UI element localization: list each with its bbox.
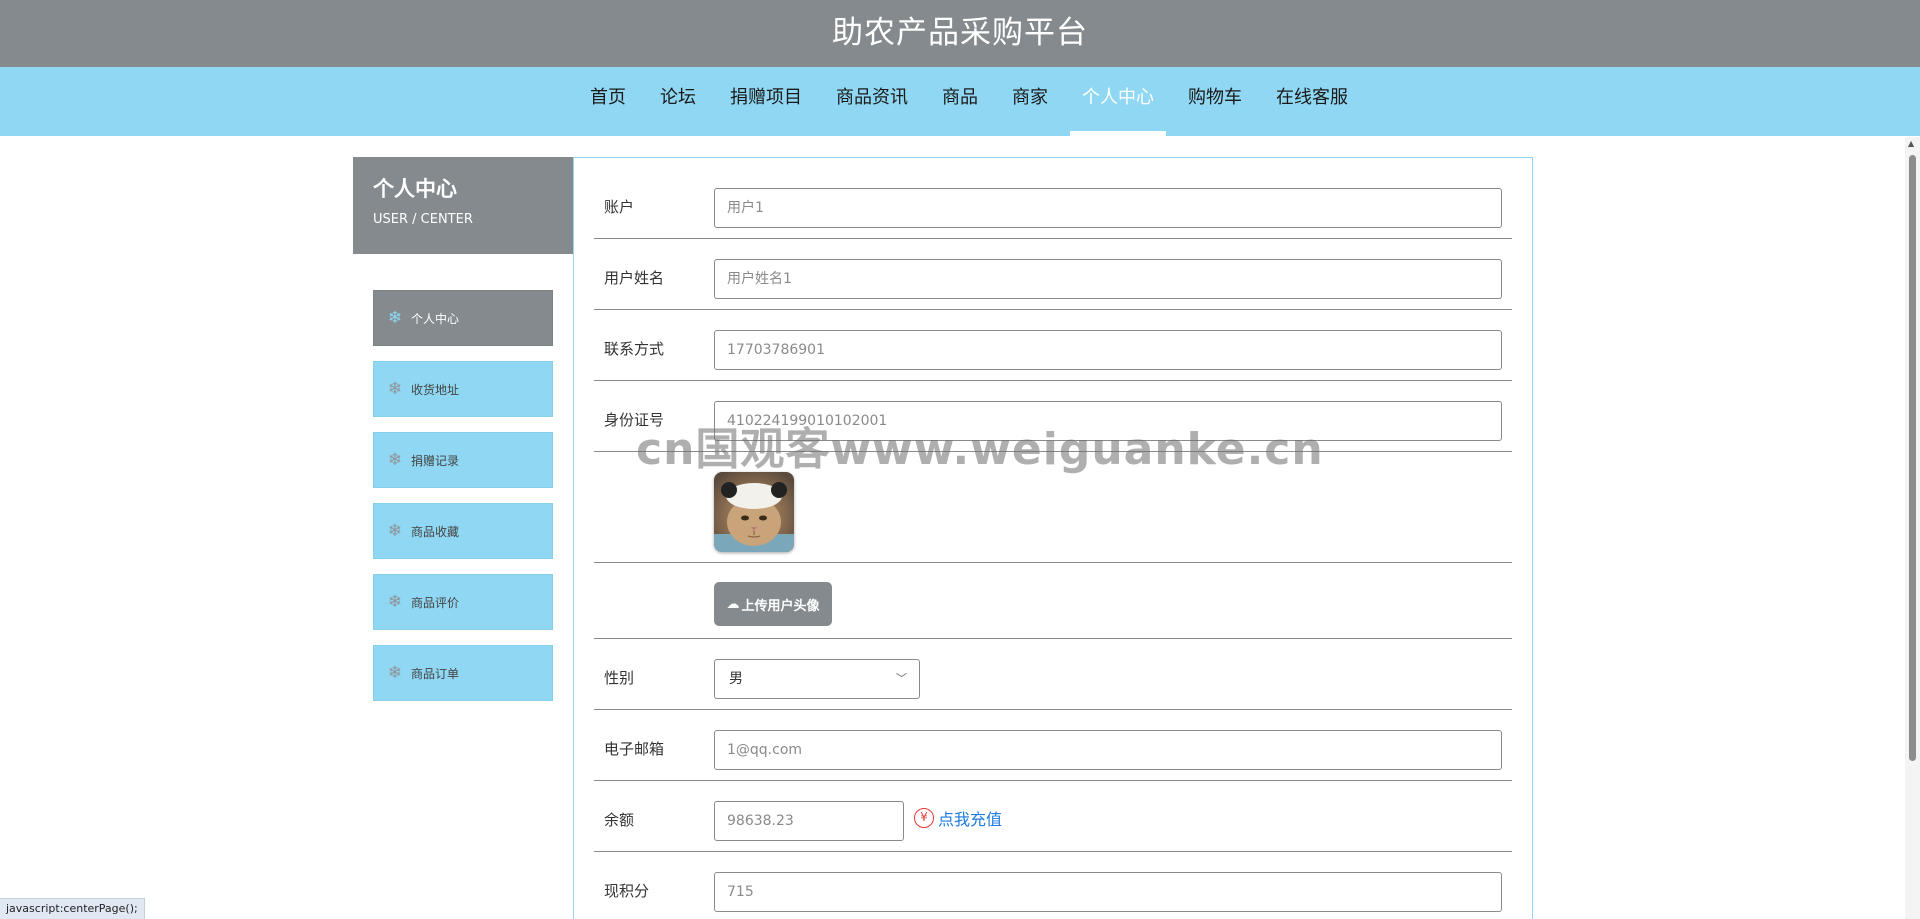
sidebar-item-label: 商品评价 (411, 595, 460, 610)
balance-input: 98638.23 (714, 801, 904, 841)
form-row-gender: 性别 男 ﹀ (594, 639, 1512, 710)
gender-label: 性别 (604, 669, 635, 687)
gender-value: 男 (729, 671, 743, 687)
sidebar-item-donations[interactable]: ❄ 捐赠记录 (373, 432, 553, 488)
profile-form: 账户 用户1 用户姓名 用户姓名1 联系方式 17703786901 身份证号 … (573, 157, 1533, 919)
snowflake-icon: ❄ (387, 521, 403, 541)
sidebar-menu: ❄ 个人中心 ❄ 收货地址 ❄ 捐赠记录 ❄ 商品收藏 ❄ 商品评价 ❄ 商品订… (373, 290, 553, 716)
snowflake-icon: ❄ (387, 663, 403, 683)
sidebar-item-user-center[interactable]: ❄ 个人中心 (373, 290, 553, 346)
form-row-idcard: 身份证号 410224199010102001 (594, 381, 1512, 452)
snowflake-icon: ❄ (387, 592, 403, 612)
snowflake-icon: ❄ (387, 379, 403, 399)
form-row-points: 现积分 715 (594, 852, 1512, 919)
nav-item-forum[interactable]: 论坛 (648, 67, 708, 136)
snowflake-icon: ❄ (387, 450, 403, 470)
phone-input[interactable]: 17703786901 (714, 330, 1502, 370)
sidebar-item-orders[interactable]: ❄ 商品订单 (373, 645, 553, 701)
username-input[interactable]: 用户姓名1 (714, 259, 1502, 299)
main-nav: 首页 论坛 捐赠项目 商品资讯 商品 商家 个人中心 购物车 在线客服 (0, 67, 1920, 136)
account-input[interactable]: 用户1 (714, 188, 1502, 228)
sidebar-item-label: 商品订单 (411, 666, 460, 681)
username-label: 用户姓名 (604, 269, 665, 287)
yen-icon: ¥ (914, 808, 934, 828)
snowflake-icon: ❄ (387, 308, 403, 328)
sidebar-item-address[interactable]: ❄ 收货地址 (373, 361, 553, 417)
sidebar-item-label: 个人中心 (411, 311, 460, 326)
form-row-account: 账户 用户1 (594, 158, 1512, 239)
site-title: 助农产品采购平台 (832, 15, 1088, 51)
chevron-down-icon: ﹀ (896, 672, 907, 685)
scroll-up-arrow-icon[interactable]: ▲ (1908, 139, 1914, 148)
form-row-email: 电子邮箱 1@qq.com (594, 710, 1512, 781)
sidebar-item-label: 收货地址 (411, 382, 460, 397)
form-row-phone: 联系方式 17703786901 (594, 310, 1512, 381)
form-row-avatar (594, 452, 1512, 563)
gender-select[interactable]: 男 ﹀ (714, 659, 920, 699)
form-row-upload: ☁ 上传用户头像 (594, 563, 1512, 639)
nav-item-donation[interactable]: 捐赠项目 (718, 67, 814, 136)
scrollbar[interactable]: ▲ (1905, 137, 1920, 919)
sidebar-subtitle: USER / CENTER (373, 212, 473, 227)
status-bar-url: javascript:centerPage(); (0, 898, 145, 919)
user-avatar (714, 472, 794, 552)
idcard-label: 身份证号 (604, 411, 665, 429)
points-input: 715 (714, 872, 1502, 912)
nav-item-news[interactable]: 商品资讯 (824, 67, 920, 136)
form-row-balance: 余额 98638.23 ¥ 点我充值 (594, 781, 1512, 852)
site-header: 助农产品采购平台 (0, 0, 1920, 67)
phone-label: 联系方式 (604, 340, 665, 358)
form-row-username: 用户姓名 用户姓名1 (594, 239, 1512, 310)
nav-item-home[interactable]: 首页 (578, 67, 638, 136)
nav-item-products[interactable]: 商品 (930, 67, 990, 136)
nav-item-user-center[interactable]: 个人中心 (1070, 67, 1166, 136)
recharge-link[interactable]: ¥ 点我充值 (914, 806, 1002, 830)
points-label: 现积分 (604, 882, 650, 900)
cloud-upload-icon: ☁ (726, 596, 740, 612)
email-label: 电子邮箱 (604, 740, 665, 758)
sidebar-item-label: 商品收藏 (411, 524, 460, 539)
upload-avatar-label: 上传用户头像 (741, 598, 820, 614)
sidebar-item-label: 捐赠记录 (411, 453, 460, 468)
recharge-text: 点我充值 (938, 810, 1003, 829)
sidebar-header: 个人中心 USER / CENTER (353, 157, 573, 254)
idcard-input[interactable]: 410224199010102001 (714, 401, 1502, 441)
nav-item-cart[interactable]: 购物车 (1176, 67, 1254, 136)
sidebar-item-reviews[interactable]: ❄ 商品评价 (373, 574, 553, 630)
sidebar-item-favorites[interactable]: ❄ 商品收藏 (373, 503, 553, 559)
sidebar-title: 个人中心 (373, 177, 457, 201)
upload-avatar-button[interactable]: ☁ 上传用户头像 (714, 582, 832, 626)
account-label: 账户 (604, 198, 635, 216)
nav-item-support[interactable]: 在线客服 (1264, 67, 1360, 136)
balance-label: 余额 (604, 811, 635, 829)
nav-item-merchants[interactable]: 商家 (1000, 67, 1060, 136)
scrollbar-thumb[interactable] (1909, 155, 1916, 761)
email-input[interactable]: 1@qq.com (714, 730, 1502, 770)
